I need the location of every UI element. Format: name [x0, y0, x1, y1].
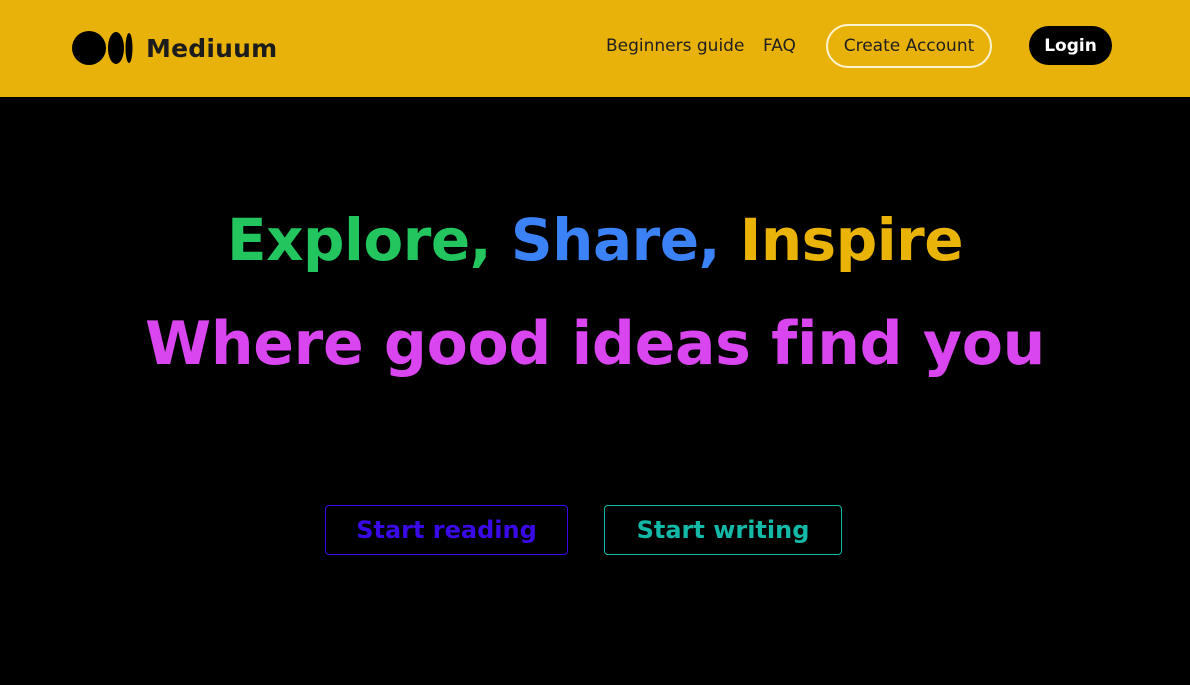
hero-word-inspire: Inspire	[739, 206, 964, 274]
site-header: Mediuum Beginners guide FAQ Create Accou…	[0, 0, 1190, 97]
login-button[interactable]: Login	[1029, 26, 1112, 65]
hero-word-share: Share,	[510, 206, 721, 274]
hero-word-explore: Explore,	[226, 206, 492, 274]
brand[interactable]: Mediuum	[72, 30, 277, 66]
nav-beginners-guide[interactable]: Beginners guide	[606, 36, 744, 56]
start-reading-button[interactable]: Start reading	[325, 505, 568, 555]
create-account-button[interactable]: Create Account	[826, 24, 992, 68]
brand-name: Mediuum	[146, 33, 278, 63]
start-writing-button[interactable]: Start writing	[604, 505, 842, 555]
nav-faq[interactable]: FAQ	[763, 36, 796, 56]
medium-logo-icon	[72, 31, 134, 65]
hero-headline: Explore, Share, Inspire	[0, 206, 1190, 274]
hero-tagline: Where good ideas find you	[144, 309, 1046, 379]
